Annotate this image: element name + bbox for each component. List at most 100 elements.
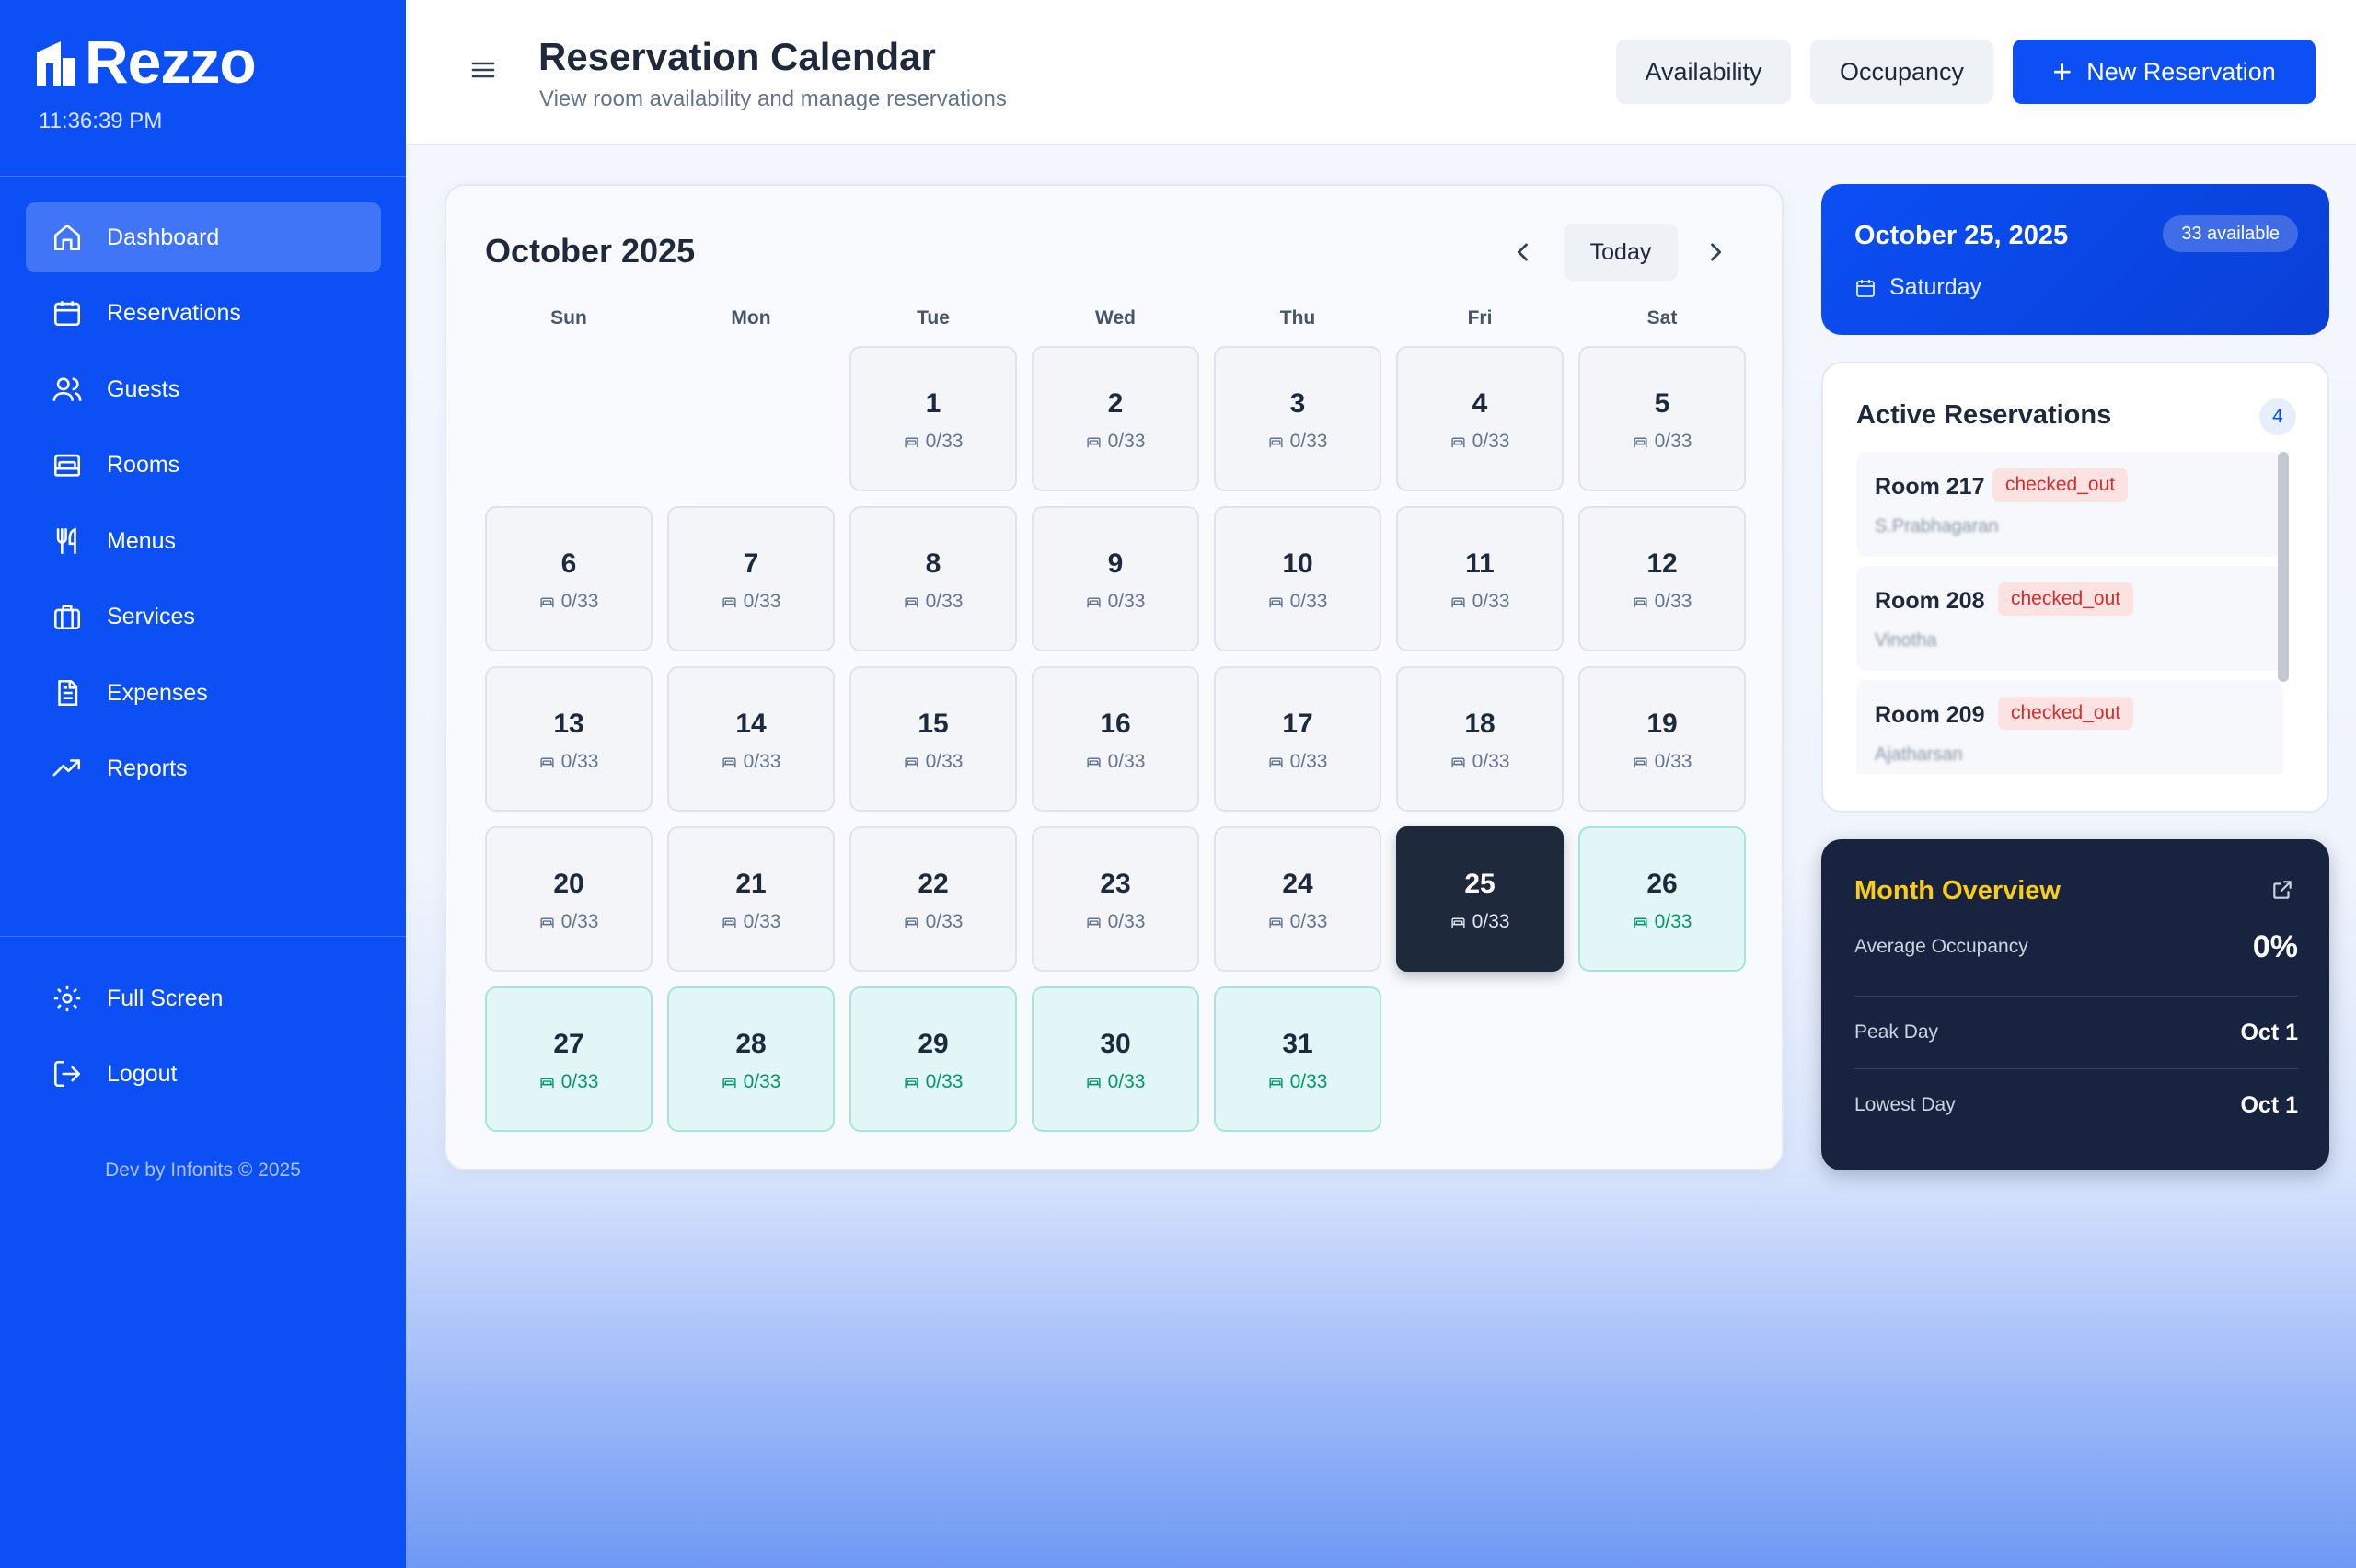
bed-icon (1633, 594, 1655, 610)
reservation-item[interactable]: Room 217 checked_out S.Prabhagaran (1856, 452, 2283, 557)
new-reservation-button[interactable]: + New Reservation (2013, 40, 2316, 104)
calendar-day-15[interactable]: 15 0/33 (849, 666, 1017, 812)
bed-icon (722, 1075, 744, 1090)
bed-icon (1086, 434, 1108, 450)
plus-icon: + (2052, 52, 2073, 90)
calendar-day-1[interactable]: 1 0/33 (849, 346, 1017, 491)
sidebar-item-guests[interactable]: Guests (26, 354, 381, 424)
reservation-item[interactable]: Room 209 checked_out Ajatharsan (1856, 680, 2283, 774)
overview-row-peak-day: Peak Day Oct 1 (1854, 997, 2298, 1068)
sidebar-item-menus[interactable]: Menus (26, 506, 381, 576)
sidebar-item-expenses[interactable]: Expenses (26, 658, 381, 728)
calendar-icon (52, 297, 83, 329)
reservations-list[interactable]: Room 217 checked_out S.Prabhagaran Room … (1856, 452, 2298, 774)
guest-name: S.Prabhagaran (1875, 516, 1999, 536)
calendar-day-20[interactable]: 20 0/33 (485, 826, 653, 972)
sidebar-item-label: Services (107, 603, 195, 629)
day-occupancy: 0/33 (1398, 591, 1562, 613)
calendar-day-6[interactable]: 6 0/33 (485, 506, 653, 651)
overview-row-average-occupancy: Average Occupancy 0% (1854, 911, 2298, 983)
calendar-day-25[interactable]: 25 0/33 (1396, 826, 1564, 972)
reservation-item[interactable]: Room 208 checked_out Vinotha (1856, 566, 2283, 671)
status-badge: checked_out (1998, 697, 2134, 730)
calendar-day-12[interactable]: 12 0/33 (1578, 506, 1746, 651)
calendar-day-30[interactable]: 30 0/33 (1032, 986, 1199, 1132)
calendar-day-4[interactable]: 4 0/33 (1396, 346, 1564, 491)
sidebar-item-dashboard[interactable]: Dashboard (26, 202, 381, 272)
calendar-day-10[interactable]: 10 0/33 (1214, 506, 1381, 651)
occupancy-value: 0/33 (1472, 911, 1510, 932)
bed-icon (1633, 755, 1655, 770)
calendar-day-18[interactable]: 18 0/33 (1396, 666, 1564, 812)
status-badge: checked_out (1992, 468, 2129, 502)
bed-icon (1086, 594, 1108, 610)
occupancy-value: 0/33 (743, 1071, 781, 1092)
day-occupancy: 0/33 (1034, 911, 1197, 933)
overview-value: 0% (2252, 928, 2298, 964)
sidebar-item-reservations[interactable]: Reservations (26, 278, 381, 348)
calendar-day-21[interactable]: 21 0/33 (667, 826, 835, 972)
sidebar-item-full-screen[interactable]: Full Screen (26, 963, 381, 1033)
calendar-day-13[interactable]: 13 0/33 (485, 666, 653, 812)
occupancy-value: 0/33 (925, 591, 964, 612)
calendar-day-5[interactable]: 5 0/33 (1578, 346, 1746, 491)
sidebar-item-reports[interactable]: Reports (26, 733, 381, 803)
hamburger-menu-icon[interactable] (468, 55, 498, 85)
calendar-day-27[interactable]: 27 0/33 (485, 986, 653, 1132)
occupancy-value: 0/33 (743, 591, 781, 612)
calendar-day-2[interactable]: 2 0/33 (1032, 346, 1199, 491)
calendar-day-3[interactable]: 3 0/33 (1214, 346, 1381, 491)
occupancy-value: 0/33 (925, 751, 964, 772)
day-number: 12 (1646, 548, 1678, 579)
chevron-left-icon (1517, 243, 1528, 261)
weekday-header: Mon (731, 307, 771, 329)
sidebar-divider (0, 936, 406, 937)
brand[interactable]: Rezzo (33, 28, 257, 96)
status-badge: checked_out (1998, 582, 2134, 616)
bed-icon (539, 755, 561, 770)
next-month-button[interactable] (1695, 232, 1736, 272)
calendar-day-29[interactable]: 29 0/33 (849, 986, 1017, 1132)
bed-icon (904, 1075, 926, 1090)
occupancy-button[interactable]: Occupancy (1810, 40, 1993, 104)
page-title: Reservation Calendar (538, 35, 936, 78)
brand-name: Rezzo (85, 28, 257, 96)
calendar-day-19[interactable]: 19 0/33 (1578, 666, 1746, 812)
calendar-day-22[interactable]: 22 0/33 (849, 826, 1017, 972)
prev-month-button[interactable] (1503, 232, 1543, 272)
calendar-day-26[interactable]: 26 0/33 (1578, 826, 1746, 972)
occupancy-value: 0/33 (925, 911, 964, 932)
calendar-month-title: October 2025 (485, 232, 696, 270)
calendar-day-24[interactable]: 24 0/33 (1214, 826, 1381, 972)
day-number: 17 (1282, 709, 1313, 739)
occupancy-value: 0/33 (560, 591, 599, 612)
sidebar-item-logout[interactable]: Logout (26, 1039, 381, 1109)
calendar-day-11[interactable]: 11 0/33 (1396, 506, 1564, 651)
external-link-icon[interactable] (2270, 878, 2294, 902)
users-icon (52, 374, 83, 405)
sidebar-item-services[interactable]: Services (26, 582, 381, 651)
calendar-day-31[interactable]: 31 0/33 (1214, 986, 1381, 1132)
day-number: 4 (1472, 388, 1488, 419)
sidebar-item-rooms[interactable]: Rooms (26, 430, 381, 500)
weekday-header: Tue (917, 307, 950, 329)
reservations-scrollbar[interactable] (2278, 452, 2289, 682)
sidebar-item-label: Dashboard (107, 224, 220, 250)
day-number: 13 (553, 709, 584, 739)
bed-icon (1633, 434, 1655, 450)
day-number: 5 (1654, 388, 1670, 419)
calendar-day-17[interactable]: 17 0/33 (1214, 666, 1381, 812)
day-number: 25 (1464, 869, 1496, 899)
today-button[interactable]: Today (1564, 224, 1678, 281)
availability-button[interactable]: Availability (1616, 40, 1791, 104)
calendar-day-7[interactable]: 7 0/33 (667, 506, 835, 651)
calendar-day-9[interactable]: 9 0/33 (1032, 506, 1199, 651)
calendar-day-8[interactable]: 8 0/33 (849, 506, 1017, 651)
day-number: 10 (1282, 548, 1313, 579)
calendar-day-23[interactable]: 23 0/33 (1032, 826, 1199, 972)
calendar-day-28[interactable]: 28 0/33 (667, 986, 835, 1132)
calendar-day-14[interactable]: 14 0/33 (667, 666, 835, 812)
occupancy-value: 0/33 (925, 431, 964, 452)
calendar-day-16[interactable]: 16 0/33 (1032, 666, 1199, 812)
weekday-header: Sat (1646, 307, 1678, 329)
